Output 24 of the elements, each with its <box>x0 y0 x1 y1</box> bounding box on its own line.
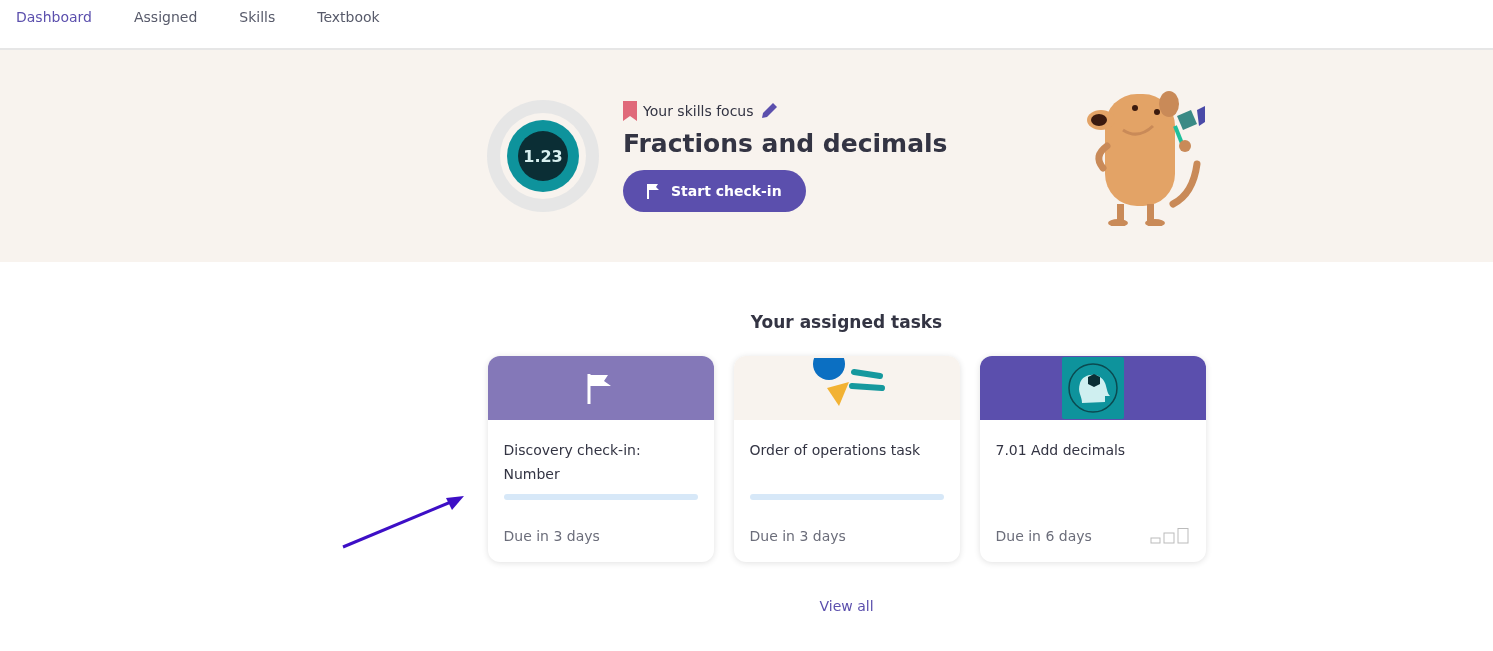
pencil-icon[interactable] <box>759 101 778 120</box>
due-date: Due in 6 days <box>995 528 1092 544</box>
task-title: Order of operations task <box>749 441 922 460</box>
flag-icon <box>647 182 661 199</box>
task-card[interactable]: 7.01 Add decimals Due in 6 days <box>979 356 1206 562</box>
nav-tab[interactable]: Dashboard <box>16 0 92 48</box>
nav-tab[interactable]: Textbook <box>317 0 380 48</box>
focus-title: Fractions and decimals <box>623 128 948 158</box>
nav-tab[interactable]: Skills <box>239 0 276 48</box>
view-all-link[interactable]: View all <box>819 598 874 614</box>
skill-badge: 1.23 <box>518 131 568 181</box>
section-heading: Your assigned tasks <box>750 312 943 332</box>
task-title: 7.01 Add decimals <box>995 441 1127 460</box>
task-title: Discovery check-in: Number <box>503 441 642 484</box>
bookmark-icon <box>623 100 637 121</box>
nav-tab[interactable]: Assigned <box>133 0 198 48</box>
due-date: Due in 3 days <box>503 528 600 544</box>
due-date: Due in 3 days <box>749 528 846 544</box>
task-card[interactable]: Order of operations task Due in 3 days <box>733 356 960 562</box>
focus-label: Your skills focus <box>643 102 754 119</box>
head-icon <box>1061 357 1124 419</box>
start-check-in-button[interactable]: Start check-in <box>623 169 806 212</box>
task-card[interactable]: Discovery check-in: Number Due in 3 days <box>487 356 714 562</box>
difficulty-icon <box>1149 528 1190 544</box>
